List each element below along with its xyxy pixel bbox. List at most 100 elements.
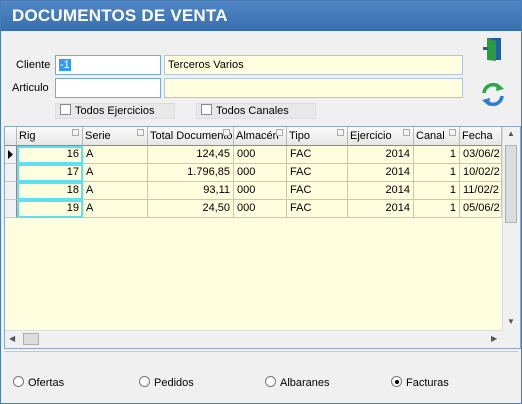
cell-total[interactable]: 124,45 xyxy=(148,146,234,164)
cell-rig[interactable]: 16 xyxy=(17,146,83,164)
column-header-total[interactable]: Total Documento xyxy=(148,127,234,146)
cell-fecha[interactable]: 05/06/2 xyxy=(460,200,502,218)
articulo-name-field xyxy=(164,78,463,98)
column-label: Tipo xyxy=(289,130,310,142)
row-header xyxy=(5,182,17,200)
radio-ofertas[interactable]: Ofertas xyxy=(13,376,64,390)
document-type-filter: Ofertas Pedidos Albaranes Facturas xyxy=(4,351,518,402)
filter-icon[interactable] xyxy=(449,129,456,136)
cliente-code-input[interactable]: -1 xyxy=(55,55,161,75)
cell-tipo[interactable]: FAC xyxy=(287,182,348,200)
horizontal-scrollbar[interactable]: ◀ ▶ xyxy=(5,330,503,348)
column-header-almacen[interactable]: Almacén xyxy=(234,127,287,146)
cell-ejercicio[interactable]: 2014 xyxy=(348,164,414,182)
filter-icon[interactable] xyxy=(72,129,79,136)
column-label: Fecha xyxy=(462,130,493,142)
exit-door-icon[interactable] xyxy=(479,34,509,64)
row-header xyxy=(5,200,17,218)
radio-albaranes[interactable]: Albaranes xyxy=(265,376,330,390)
filter-icon[interactable] xyxy=(337,129,344,136)
scroll-down-icon[interactable]: ▼ xyxy=(507,317,515,326)
cliente-label: Cliente xyxy=(16,59,51,71)
filter-icon[interactable] xyxy=(137,129,144,136)
cell-rig[interactable]: 17 xyxy=(17,164,83,182)
radio-pedidos-label: Pedidos xyxy=(154,377,194,389)
cell-fecha[interactable]: 03/06/2 xyxy=(460,146,502,164)
radio-facturas-label: Facturas xyxy=(406,377,449,389)
cell-canal[interactable]: 1 xyxy=(414,182,460,200)
articulo-label: Articulo xyxy=(12,82,49,94)
todos-canales-checkbox[interactable]: Todos Canales xyxy=(196,103,316,119)
cell-fecha[interactable]: 11/02/2 xyxy=(460,182,502,200)
column-header-serie[interactable]: Serie xyxy=(83,127,148,146)
cell-serie[interactable]: A xyxy=(83,182,148,200)
cell-total[interactable]: 1.796,85 xyxy=(148,164,234,182)
column-header-fecha[interactable]: Fecha xyxy=(460,127,502,146)
todos-canales-label: Todos Canales xyxy=(216,105,289,117)
table-row[interactable]: 18 A 93,11 000 FAC 2014 1 11/02/2 xyxy=(5,182,502,200)
radio-pedidos-dot xyxy=(139,376,150,387)
cell-serie[interactable]: A xyxy=(83,200,148,218)
cell-almacen[interactable]: 000 xyxy=(234,164,287,182)
cell-canal[interactable]: 1 xyxy=(414,146,460,164)
vertical-scrollbar[interactable]: ▲ ▼ xyxy=(502,127,520,331)
cell-ejercicio[interactable]: 2014 xyxy=(348,146,414,164)
cliente-code-value: -1 xyxy=(59,59,71,71)
row-header-corner xyxy=(5,127,17,146)
cell-serie[interactable]: A xyxy=(83,146,148,164)
column-label: Serie xyxy=(85,130,111,142)
cell-tipo[interactable]: FAC xyxy=(287,164,348,182)
cell-fecha[interactable]: 10/02/2 xyxy=(460,164,502,182)
radio-ofertas-dot xyxy=(13,376,24,387)
scroll-up-icon[interactable]: ▲ xyxy=(507,129,515,138)
sales-documents-window: DOCUMENTOS DE VENTA Cliente -1 Terceros … xyxy=(0,0,522,404)
cell-total[interactable]: 24,50 xyxy=(148,200,234,218)
column-label: Total Documento xyxy=(150,130,233,142)
radio-albaranes-dot xyxy=(265,376,276,387)
todos-ejercicios-box xyxy=(60,104,71,115)
vertical-scroll-thumb[interactable] xyxy=(505,145,517,223)
column-header-rig[interactable]: Rig xyxy=(17,127,83,146)
column-label: Almacén xyxy=(236,130,279,142)
filter-icon[interactable] xyxy=(223,129,230,136)
filter-icon[interactable] xyxy=(403,129,410,136)
table-row[interactable]: 17 A 1.796,85 000 FAC 2014 1 10/02/2 xyxy=(5,164,502,182)
todos-ejercicios-checkbox[interactable]: Todos Ejercicios xyxy=(55,103,175,119)
articulo-code-input[interactable] xyxy=(55,78,161,98)
cell-tipo[interactable]: FAC xyxy=(287,146,348,164)
cell-ejercicio[interactable]: 2014 xyxy=(348,182,414,200)
table-row[interactable]: 19 A 24,50 000 FAC 2014 1 05/06/2 xyxy=(5,200,502,218)
cell-rig[interactable]: 19 xyxy=(17,200,83,218)
row-header xyxy=(5,164,17,182)
cell-almacen[interactable]: 000 xyxy=(234,200,287,218)
column-header-canal[interactable]: Canal xyxy=(414,127,460,146)
filter-icon[interactable] xyxy=(276,129,283,136)
refresh-icon[interactable] xyxy=(478,79,508,109)
window-title: DOCUMENTOS DE VENTA xyxy=(1,1,521,31)
radio-pedidos[interactable]: Pedidos xyxy=(139,376,194,390)
cell-ejercicio[interactable]: 2014 xyxy=(348,200,414,218)
documents-grid[interactable]: Rig Serie Total Documento Almacén Tipo E… xyxy=(4,126,521,349)
grid-header: Rig Serie Total Documento Almacén Tipo E… xyxy=(5,127,502,146)
column-label: Rig xyxy=(19,130,36,142)
cell-canal[interactable]: 1 xyxy=(414,164,460,182)
scroll-left-icon[interactable]: ◀ xyxy=(9,334,15,343)
cell-serie[interactable]: A xyxy=(83,164,148,182)
scroll-right-icon[interactable]: ▶ xyxy=(491,334,497,343)
radio-ofertas-label: Ofertas xyxy=(28,377,65,389)
radio-facturas[interactable]: Facturas xyxy=(391,376,449,390)
cell-tipo[interactable]: FAC xyxy=(287,200,348,218)
cell-almacen[interactable]: 000 xyxy=(234,146,287,164)
cell-canal[interactable]: 1 xyxy=(414,200,460,218)
cell-total[interactable]: 93,11 xyxy=(148,182,234,200)
horizontal-scroll-thumb[interactable] xyxy=(23,333,39,345)
cell-almacen[interactable]: 000 xyxy=(234,182,287,200)
todos-canales-box xyxy=(201,104,212,115)
todos-ejercicios-label: Todos Ejercicios xyxy=(75,105,155,117)
cell-rig[interactable]: 18 xyxy=(17,182,83,200)
column-header-tipo[interactable]: Tipo xyxy=(287,127,348,146)
radio-albaranes-label: Albaranes xyxy=(280,377,330,389)
table-row[interactable]: 16 A 124,45 000 FAC 2014 1 03/06/2 xyxy=(5,146,502,164)
cliente-name-field: Terceros Varios xyxy=(164,55,463,75)
column-header-ejercicio[interactable]: Ejercicio xyxy=(348,127,414,146)
